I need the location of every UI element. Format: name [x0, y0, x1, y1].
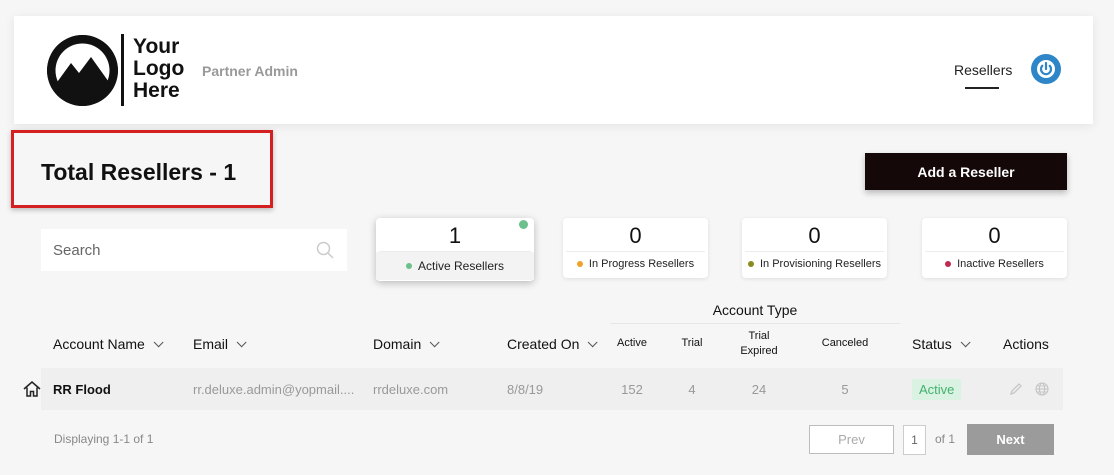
cell-account-name[interactable]: RR Flood — [53, 368, 111, 410]
card-in-provisioning-resellers[interactable]: 0 In Provisioning Resellers — [742, 218, 887, 278]
card-label: Active Resellers — [417, 259, 505, 273]
power-button[interactable] — [1031, 54, 1061, 84]
cell-domain: rrdeluxe.com — [373, 381, 449, 397]
column-actions: Actions — [1003, 336, 1049, 352]
status-badge: Active — [912, 378, 962, 400]
search-box — [41, 229, 347, 271]
displaying-count: Displaying 1-1 of 1 — [54, 432, 154, 446]
table-row[interactable]: RR Flood rr.deluxe.admin@yopmail.... rrd… — [41, 368, 1063, 410]
card-label: Inactive Resellers — [957, 258, 1044, 270]
card-inactive-resellers[interactable]: 0 Inactive Resellers — [922, 218, 1067, 278]
card-label: In Progress Resellers — [588, 258, 695, 270]
column-trial-expired: Trial Expired — [740, 330, 778, 357]
card-active-resellers[interactable]: 1 Active Resellers — [376, 218, 534, 281]
search-icon[interactable] — [315, 240, 335, 260]
add-reseller-button[interactable]: Add a Reseller — [865, 153, 1067, 190]
selected-indicator — [519, 220, 528, 229]
power-icon — [1037, 60, 1055, 78]
status-dot — [747, 261, 754, 267]
cell-canceled-count: 5 — [841, 381, 849, 397]
card-count: 1 — [448, 223, 462, 248]
chevron-down-icon — [236, 336, 247, 347]
globe-icon[interactable] — [1034, 381, 1050, 397]
column-status[interactable]: Status — [912, 336, 971, 352]
column-canceled: Canceled — [821, 337, 869, 349]
nav-resellers-link[interactable]: Resellers — [954, 62, 1012, 78]
status-dot — [576, 261, 583, 267]
column-domain[interactable]: Domain — [373, 336, 440, 352]
card-count: 0 — [629, 223, 642, 248]
column-created-on[interactable]: Created On — [507, 336, 598, 352]
cell-trial-expired-count: 24 — [751, 381, 767, 397]
logo-divider — [121, 34, 124, 106]
card-count: 0 — [808, 223, 821, 248]
resellers-table: Account Type Account Name Email Domain C… — [41, 298, 1063, 410]
card-count: 0 — [988, 223, 1001, 248]
chevron-down-icon — [588, 336, 598, 347]
column-account-name[interactable]: Account Name — [53, 336, 164, 352]
nav-active-underline — [965, 87, 999, 89]
page-total-label: of 1 — [935, 432, 956, 446]
account-type-group-header: Account Type — [610, 298, 900, 324]
column-active: Active — [617, 337, 647, 349]
brand-subtitle: Partner Admin — [202, 63, 298, 79]
cell-active-count: 152 — [621, 381, 643, 397]
search-input[interactable] — [53, 241, 315, 259]
home-icon[interactable] — [22, 379, 42, 399]
cell-trial-count: 4 — [688, 381, 696, 397]
status-dot — [945, 261, 952, 267]
chevron-down-icon — [429, 336, 440, 347]
page-number-input[interactable] — [903, 425, 926, 455]
app-header: Your Logo Here Partner Admin Resellers — [14, 16, 1093, 124]
card-label: In Provisioning Resellers — [759, 258, 882, 270]
next-page-button[interactable]: Next — [967, 424, 1054, 455]
logo-text: Your Logo Here — [133, 35, 185, 102]
cell-email: rr.deluxe.admin@yopmail.... — [193, 381, 355, 397]
prev-page-button[interactable]: Prev — [809, 425, 894, 454]
cell-created-on: 8/8/19 — [507, 381, 544, 397]
card-in-progress-resellers[interactable]: 0 In Progress Resellers — [563, 218, 708, 278]
logo-mountain-icon — [47, 35, 118, 106]
chevron-down-icon — [960, 336, 971, 347]
cell-status: Active — [912, 368, 962, 410]
column-email[interactable]: Email — [193, 336, 247, 352]
status-dot — [405, 263, 412, 269]
chevron-down-icon — [153, 336, 164, 347]
column-trial: Trial — [681, 337, 703, 349]
edit-pencil-icon[interactable] — [1008, 381, 1024, 397]
page-title: Total Resellers - 1 — [41, 159, 237, 185]
